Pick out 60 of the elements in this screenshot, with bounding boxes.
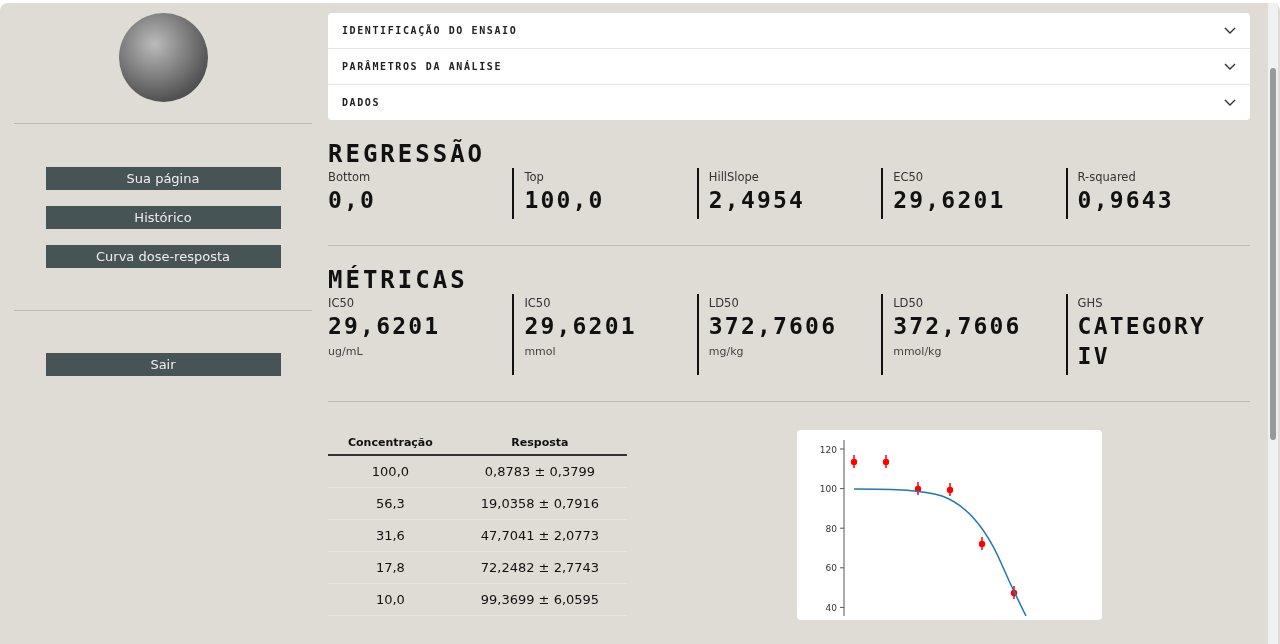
logout-button[interactable]: Sair — [45, 353, 281, 376]
table-cell: 19,0358 ± 0,7916 — [452, 487, 627, 520]
data-point — [914, 481, 922, 496]
nav-button[interactable]: Sua página — [45, 167, 281, 190]
table-cell: 10,0 — [328, 583, 453, 616]
tick-label: 120 — [819, 444, 837, 455]
tick-label: 60 — [825, 563, 837, 574]
tick-label: 80 — [825, 523, 837, 534]
table-cell: 17,8 — [328, 551, 453, 584]
nav-button[interactable]: Histórico — [45, 206, 281, 229]
accordion-header[interactable]: DADOS — [328, 85, 1250, 120]
metric-label: IC50 — [524, 296, 552, 310]
metric-value: 372,7606 — [708, 312, 839, 341]
table-cell: 100,0 — [328, 455, 453, 488]
metric-label: Top — [524, 170, 545, 184]
metric-value: 0,9643 — [1077, 186, 1175, 215]
scrollbar[interactable] — [1268, 3, 1278, 644]
chevron-icon — [1224, 63, 1236, 70]
table-cell: 56,3 — [328, 487, 453, 520]
table-cell: 0,8783 ± 0,3799 — [452, 455, 627, 488]
metric-value: 372,7606 — [893, 312, 1023, 341]
metric-value: 100,0 — [524, 186, 606, 215]
table-cell: 72,2482 ± 2,7743 — [452, 551, 627, 584]
nav-button[interactable]: Curva dose-resposta — [45, 245, 281, 268]
metric-value: 29,6201 — [893, 186, 1007, 215]
metric-value: 29,6201 — [328, 312, 442, 341]
column-header: Concentração — [328, 432, 453, 455]
data-point — [978, 536, 986, 551]
chevron-icon — [1224, 99, 1236, 106]
metric-label: HillSlope — [708, 170, 760, 184]
column-header: Resposta — [452, 432, 627, 455]
accordion-header[interactable]: PARÂMETROS DA ANÁLISE — [328, 49, 1250, 85]
metric-label: Bottom — [328, 170, 372, 184]
metric-label: LD50 — [708, 296, 740, 310]
metric-unit: mmol/kg — [893, 345, 943, 358]
section-heading: REGRESSÃO — [328, 140, 487, 168]
metric-label: IC50 — [328, 296, 356, 310]
data-point — [1010, 585, 1018, 600]
tick-label: 100 — [819, 484, 837, 495]
metric-unit: ug/mL — [328, 345, 364, 358]
tick-label: 40 — [825, 602, 837, 613]
metric-unit: mmol — [524, 345, 557, 358]
metric-value: 0,0 — [328, 186, 378, 215]
data-point — [946, 482, 954, 497]
metric-value: 2,4954 — [708, 186, 807, 215]
section-heading: MÉTRICAS — [328, 266, 469, 294]
table-cell: 47,7041 ± 2,0773 — [452, 519, 627, 552]
metric-label: LD50 — [893, 296, 925, 310]
data-point — [882, 454, 890, 469]
data-point — [850, 454, 858, 469]
metric-label: EC50 — [893, 170, 925, 184]
metric-unit: mg/kg — [708, 345, 745, 358]
metric-value: CATEGORY IV — [1077, 312, 1207, 371]
table-cell: 31,6 — [328, 519, 453, 552]
accordion-header[interactable]: IDENTIFICAÇÃO DO ENSAIO — [328, 13, 1250, 49]
metric-value: 29,6201 — [524, 312, 638, 341]
metric-label: R-squared — [1077, 170, 1137, 184]
chevron-icon — [1224, 27, 1236, 34]
metric-label: GHS — [1077, 296, 1104, 310]
table-cell: 99,3699 ± 6,0595 — [452, 583, 627, 616]
